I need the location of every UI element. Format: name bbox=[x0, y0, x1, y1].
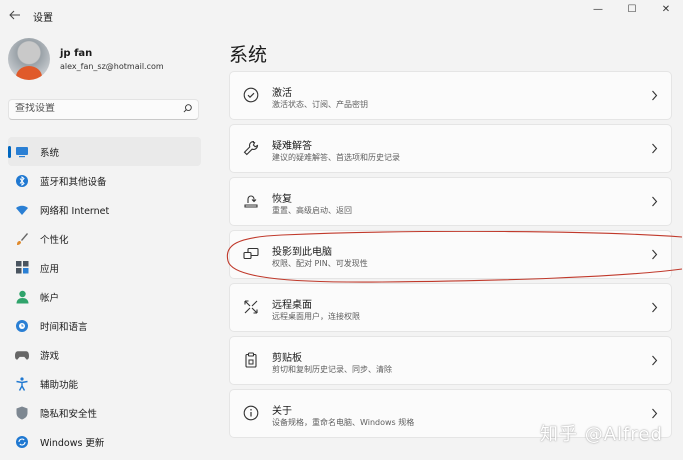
minimize-button[interactable]: — bbox=[581, 0, 615, 18]
wrench-icon bbox=[243, 140, 259, 156]
user-name: jp fan bbox=[60, 48, 93, 59]
card-project-to-pc[interactable]: 投影到此电脑 权限、配对 PIN、可发现性 bbox=[229, 230, 672, 279]
sidebar-item-network[interactable]: 网络和 Internet bbox=[8, 195, 201, 224]
gamepad-icon bbox=[15, 348, 29, 362]
remote-desktop-icon bbox=[243, 299, 259, 315]
sidebar-item-windows-update[interactable]: Windows 更新 bbox=[8, 427, 201, 456]
card-troubleshoot[interactable]: 疑难解答 建议的疑难解答、首选项和历史记录 bbox=[229, 124, 672, 173]
apps-icon bbox=[15, 261, 29, 275]
avatar bbox=[8, 38, 50, 80]
recovery-icon bbox=[243, 193, 259, 209]
account-icon bbox=[15, 290, 29, 304]
card-title: 关于 bbox=[272, 406, 292, 417]
monitor-icon bbox=[15, 145, 29, 159]
wifi-icon bbox=[15, 203, 29, 217]
card-title: 剪贴板 bbox=[272, 353, 302, 364]
sidebar-item-label: 应用 bbox=[40, 263, 60, 275]
card-subtitle: 设备规格，重命名电脑、Windows 规格 bbox=[272, 418, 415, 427]
sidebar-item-label: 蓝牙和其他设备 bbox=[40, 176, 107, 188]
card-title: 投影到此电脑 bbox=[272, 247, 332, 258]
sidebar-item-label: 个性化 bbox=[40, 234, 69, 246]
brush-icon bbox=[15, 232, 29, 246]
card-title: 疑难解答 bbox=[272, 141, 312, 152]
sidebar-item-label: 游戏 bbox=[40, 350, 60, 362]
window-controls: — ☐ ✕ bbox=[581, 0, 683, 30]
card-subtitle: 重置、高级启动、返回 bbox=[272, 206, 352, 215]
project-icon bbox=[243, 246, 259, 262]
sidebar-item-label: 隐私和安全性 bbox=[40, 408, 98, 420]
sidebar-item-system[interactable]: 系统 bbox=[8, 137, 201, 166]
watermark: 知乎 @Alfred bbox=[540, 424, 663, 445]
chevron-right-icon bbox=[652, 302, 658, 313]
title-bar: 设置 — ☐ ✕ bbox=[0, 0, 683, 30]
sidebar-item-label: 时间和语言 bbox=[40, 321, 88, 333]
card-remote-desktop[interactable]: 远程桌面 远程桌面用户，连接权限 bbox=[229, 283, 672, 332]
close-button[interactable]: ✕ bbox=[649, 0, 683, 18]
card-title: 远程桌面 bbox=[272, 300, 312, 311]
chevron-right-icon bbox=[652, 196, 658, 207]
card-activation[interactable]: 激活 激活状态、订阅、产品密钥 bbox=[229, 71, 672, 120]
sidebar-item-personalization[interactable]: 个性化 bbox=[8, 224, 201, 253]
sidebar-item-label: 辅助功能 bbox=[40, 379, 79, 391]
check-circle-icon bbox=[243, 87, 259, 103]
chevron-right-icon bbox=[652, 408, 658, 419]
chevron-right-icon bbox=[652, 249, 658, 260]
card-recovery[interactable]: 恢复 重置、高级启动、返回 bbox=[229, 177, 672, 226]
search-box bbox=[8, 99, 199, 120]
shield-icon bbox=[15, 406, 29, 420]
card-subtitle: 剪切和复制历史记录、同步、清除 bbox=[272, 365, 392, 374]
search-input[interactable] bbox=[15, 103, 175, 114]
card-subtitle: 远程桌面用户，连接权限 bbox=[272, 312, 360, 321]
card-subtitle: 激活状态、订阅、产品密钥 bbox=[272, 100, 368, 109]
sidebar-item-time-language[interactable]: 时间和语言 bbox=[8, 311, 201, 340]
sidebar-item-label: 帐户 bbox=[40, 292, 60, 304]
sidebar-nav: 系统 蓝牙和其他设备 网络和 Internet 个性化 应用 帐户 时间和语言 … bbox=[8, 137, 201, 456]
sidebar-item-apps[interactable]: 应用 bbox=[8, 253, 201, 282]
back-button[interactable] bbox=[6, 6, 24, 24]
card-subtitle: 建议的疑难解答、首选项和历史记录 bbox=[272, 153, 400, 162]
app-title: 设置 bbox=[33, 13, 53, 24]
sidebar-item-privacy[interactable]: 隐私和安全性 bbox=[8, 398, 201, 427]
bluetooth-icon bbox=[15, 174, 29, 188]
globe-clock-icon bbox=[15, 319, 29, 333]
card-clipboard[interactable]: 剪贴板 剪切和复制历史记录、同步、清除 bbox=[229, 336, 672, 385]
maximize-button[interactable]: ☐ bbox=[615, 0, 649, 18]
sidebar-item-gaming[interactable]: 游戏 bbox=[8, 340, 201, 369]
sidebar-item-label: 系统 bbox=[40, 147, 60, 159]
sidebar-item-bluetooth[interactable]: 蓝牙和其他设备 bbox=[8, 166, 201, 195]
sidebar-item-accessibility[interactable]: 辅助功能 bbox=[8, 369, 201, 398]
info-icon bbox=[243, 405, 259, 421]
chevron-right-icon bbox=[652, 355, 658, 366]
sidebar-item-label: 网络和 Internet bbox=[40, 205, 110, 217]
settings-card-list: 激活 激活状态、订阅、产品密钥 疑难解答 建议的疑难解答、首选项和历史记录 恢复… bbox=[229, 71, 672, 442]
search-icon[interactable] bbox=[183, 104, 192, 113]
sidebar-item-label: Windows 更新 bbox=[40, 437, 105, 449]
accessibility-icon bbox=[15, 376, 29, 391]
update-icon bbox=[15, 435, 29, 449]
sidebar-item-accounts[interactable]: 帐户 bbox=[8, 282, 201, 311]
clipboard-icon bbox=[243, 352, 259, 368]
chevron-right-icon bbox=[652, 143, 658, 154]
arrow-left-icon bbox=[9, 10, 20, 20]
card-title: 恢复 bbox=[272, 194, 292, 205]
card-title: 激活 bbox=[272, 88, 292, 99]
card-subtitle: 权限、配对 PIN、可发现性 bbox=[272, 259, 368, 268]
chevron-right-icon bbox=[652, 90, 658, 101]
user-profile[interactable]: jp fan alex_fan_sz@hotmail.com bbox=[8, 36, 208, 84]
user-email: alex_fan_sz@hotmail.com bbox=[60, 62, 164, 71]
page-title: 系统 bbox=[229, 44, 268, 66]
